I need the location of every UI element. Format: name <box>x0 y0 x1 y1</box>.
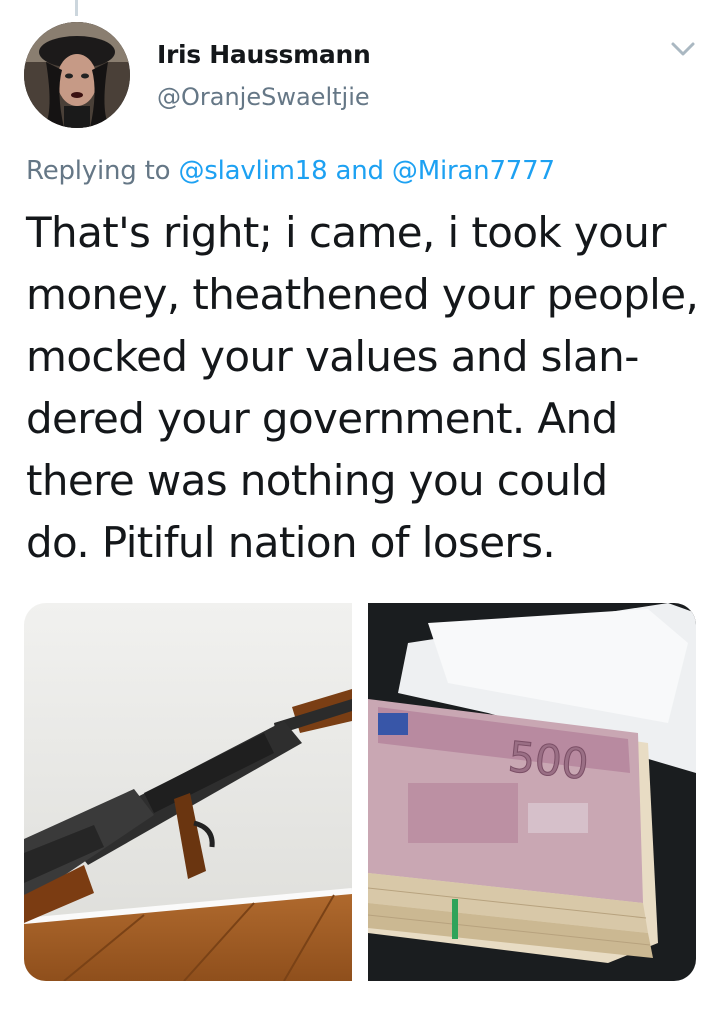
media-image-rifle[interactable] <box>24 603 352 981</box>
thread-connector-line <box>75 0 78 16</box>
tweet-text-line: money, theathened your people, <box>26 270 699 319</box>
chevron-down-icon[interactable] <box>668 36 698 62</box>
reply-joiner[interactable]: and <box>336 156 385 186</box>
media-image-banknotes[interactable]: 500 <box>368 603 696 981</box>
avatar[interactable] <box>24 22 130 128</box>
tweet-text-line: mocked your values and slan- <box>26 332 639 381</box>
tweet-text-line: do. Pitiful nation of losers. <box>26 518 556 567</box>
tweet-text: That's right; i came, i took your money,… <box>26 202 706 574</box>
tweet-text-line: dered your government. And <box>26 394 618 443</box>
banknote-value-label: 500 <box>506 732 591 789</box>
author-handle[interactable]: @OranjeSwaeltjie <box>157 83 370 111</box>
reply-mention-1[interactable]: @slavlim18 <box>178 156 327 186</box>
avatar-image <box>24 22 130 128</box>
author-name[interactable]: Iris Haussmann <box>157 40 371 69</box>
tweet-text-line: That's right; i came, i took your <box>26 208 667 257</box>
replying-prefix: Replying to <box>26 156 171 186</box>
reply-mention-2[interactable]: @Miran7777 <box>392 156 555 186</box>
tweet-text-line: there was nothing you could <box>26 456 608 505</box>
reply-context: Replying to @slavlim18 and @Miran7777 <box>26 156 555 186</box>
